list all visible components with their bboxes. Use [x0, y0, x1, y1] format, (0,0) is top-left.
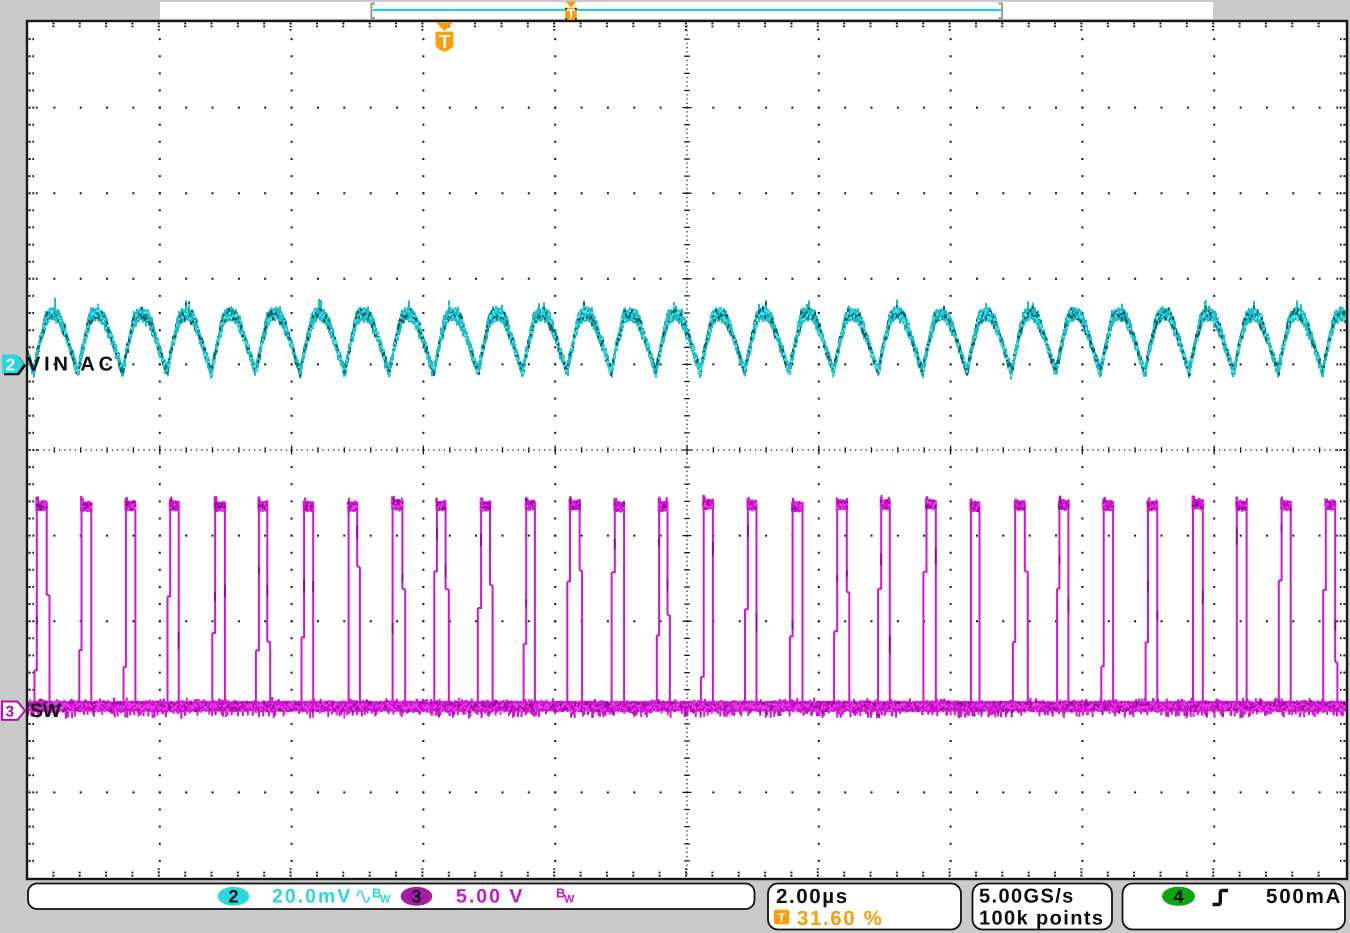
svg-text:5.00GS/s: 5.00GS/s	[979, 885, 1075, 907]
svg-text:3: 3	[5, 704, 14, 721]
svg-text:20.0mV: 20.0mV	[272, 886, 352, 908]
svg-text:4: 4	[1173, 887, 1183, 907]
svg-text:500mA: 500mA	[1266, 885, 1342, 908]
svg-text:VIN AC: VIN AC	[27, 354, 117, 376]
svg-text:T: T	[778, 911, 786, 925]
svg-text:W: W	[564, 894, 575, 906]
svg-text:T: T	[439, 32, 451, 53]
svg-text:5.00 V: 5.00 V	[456, 886, 524, 908]
svg-text:SW: SW	[30, 700, 62, 722]
svg-text:100k points: 100k points	[979, 908, 1104, 930]
svg-text:31.60 %: 31.60 %	[797, 907, 883, 930]
svg-text:T: T	[567, 6, 576, 21]
svg-text:W: W	[380, 894, 391, 906]
svg-text:2: 2	[6, 355, 15, 374]
svg-text:3: 3	[411, 887, 421, 907]
svg-text:2.00µs: 2.00µs	[776, 885, 849, 908]
svg-text:2: 2	[228, 887, 238, 907]
